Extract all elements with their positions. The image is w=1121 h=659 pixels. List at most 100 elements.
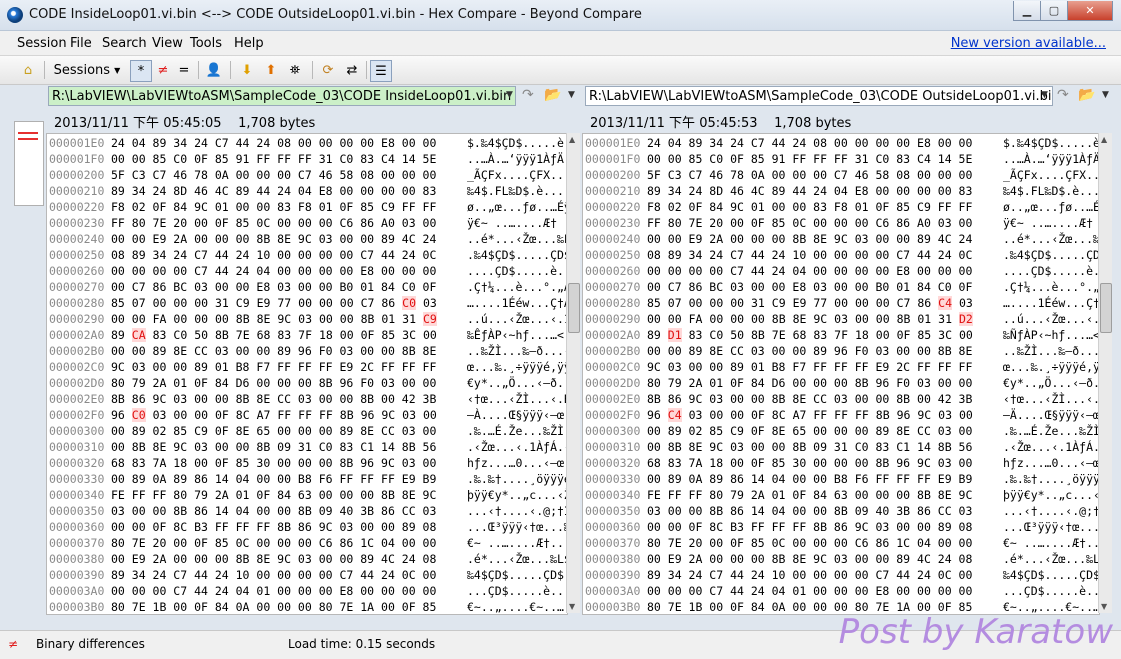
previous-difference-icon[interactable]: ⬆: [262, 60, 280, 80]
hex-row[interactable]: 000002D0 80 79 2A 01 0F 84 D6 00 00 00 8B…: [583, 375, 1099, 391]
hex-row[interactable]: 000002F0 96 C0 03 00 00 0F 8C A7 FF FF FF…: [47, 407, 567, 423]
menu-view[interactable]: View: [152, 36, 183, 51]
hex-row[interactable]: 00000230 FF 80 7E 20 00 0F 85 0C 00 00 00…: [47, 215, 567, 231]
hex-row[interactable]: 000003A0 00 00 00 C7 44 24 04 01 00 00 00…: [583, 583, 1099, 599]
hex-row[interactable]: 000001E0 24 04 89 34 24 C7 44 24 08 00 00…: [47, 135, 567, 151]
menu-session[interactable]: Session: [17, 36, 67, 51]
hex-row[interactable]: 00000200 5F C3 C7 46 78 0A 00 00 00 C7 46…: [583, 167, 1099, 183]
hex-row[interactable]: 00000220 F8 02 0F 84 9C 01 00 00 83 F8 01…: [583, 199, 1099, 215]
hex-row[interactable]: 000003A0 00 00 00 C7 44 24 04 01 00 00 00…: [47, 583, 567, 599]
hex-row[interactable]: 00000310 00 8B 8E 9C 03 00 00 8B 09 31 C0…: [583, 439, 1099, 455]
swap-sides-icon[interactable]: ⇄: [342, 60, 362, 80]
hex-row[interactable]: 00000310 00 8B 8E 9C 03 00 00 8B 09 31 C0…: [47, 439, 567, 455]
close-button[interactable]: ✕: [1067, 1, 1113, 21]
hex-row[interactable]: 000002A0 89 D1 83 C0 50 8B 7E 68 83 7F 18…: [583, 327, 1099, 343]
hex-row[interactable]: 00000210 89 34 24 8D 46 4C 89 44 24 04 E8…: [583, 183, 1099, 199]
hex-row[interactable]: 00000260 00 00 00 00 C7 44 24 04 00 00 00…: [583, 263, 1099, 279]
scroll-down-icon[interactable]: ▼: [1101, 602, 1107, 611]
history-icon[interactable]: ↷: [1057, 87, 1069, 103]
show-differences-icon[interactable]: ≠: [155, 60, 171, 80]
hex-row[interactable]: 00000280 85 07 00 00 00 31 C9 E9 77 00 00…: [583, 295, 1099, 311]
hex-row[interactable]: 00000240 00 00 E9 2A 00 00 00 8B 8E 9C 03…: [47, 231, 567, 247]
history-icon[interactable]: ↷: [522, 87, 534, 103]
next-difference-icon[interactable]: ⬇: [238, 60, 256, 80]
hex-row[interactable]: 00000300 00 89 02 85 C9 0F 8E 65 00 00 00…: [47, 423, 567, 439]
hex-row[interactable]: 00000260 00 00 00 00 C7 44 24 04 00 00 00…: [47, 263, 567, 279]
browse-folder-icon[interactable]: 📂: [544, 87, 561, 103]
reload-icon[interactable]: ⟳: [318, 60, 338, 80]
left-vertical-scrollbar[interactable]: ▲ ▼: [566, 133, 580, 613]
chevron-down-icon[interactable]: ▼: [1102, 90, 1109, 100]
show-all-icon[interactable]: *: [130, 60, 152, 82]
hex-row[interactable]: 000002B0 00 00 89 8E CC 03 00 00 89 96 F0…: [47, 343, 567, 359]
menu-search[interactable]: Search: [102, 36, 147, 51]
hex-row[interactable]: 00000370 80 7E 20 00 0F 85 0C 00 00 00 C6…: [47, 535, 567, 551]
menu-tools[interactable]: Tools: [190, 36, 222, 51]
hex-row[interactable]: 00000290 00 00 FA 00 00 00 8B 8E 9C 03 00…: [583, 311, 1099, 327]
hex-row[interactable]: 00000290 00 00 FA 00 00 00 8B 8E 9C 03 00…: [47, 311, 567, 327]
hex-row[interactable]: 00000330 00 89 0A 89 86 14 04 00 00 B8 F6…: [583, 471, 1099, 487]
hex-row[interactable]: 00000250 08 89 34 24 C7 44 24 10 00 00 00…: [47, 247, 567, 263]
hex-row[interactable]: 000001E0 24 04 89 34 24 C7 44 24 08 00 00…: [583, 135, 1099, 151]
maximize-button[interactable]: ▢: [1040, 1, 1068, 21]
hex-row[interactable]: 000001F0 00 00 85 C0 0F 85 91 FF FF FF 31…: [47, 151, 567, 167]
hex-row[interactable]: 000002C0 9C 03 00 00 89 01 B8 F7 FF FF FF…: [47, 359, 567, 375]
hex-row[interactable]: 00000360 00 00 0F 8C B3 FF FF FF 8B 86 9C…: [583, 519, 1099, 535]
right-path-field[interactable]: R:\LabVIEW\LabVIEWtoASM\SampleCode_03\CO…: [585, 86, 1053, 106]
hex-row[interactable]: 00000350 03 00 00 8B 86 14 04 00 00 8B 09…: [47, 503, 567, 519]
hex-row[interactable]: 000002D0 80 79 2A 01 0F 84 D6 00 00 00 8B…: [47, 375, 567, 391]
hex-row[interactable]: 00000340 FE FF FF 80 79 2A 01 0F 84 63 00…: [47, 487, 567, 503]
hex-row[interactable]: 00000390 89 34 24 C7 44 24 10 00 00 00 00…: [583, 567, 1099, 583]
browse-folder-icon[interactable]: 📂: [1078, 87, 1095, 103]
hex-row[interactable]: 00000240 00 00 E9 2A 00 00 00 8B 8E 9C 03…: [583, 231, 1099, 247]
hex-row[interactable]: 00000250 08 89 34 24 C7 44 24 10 00 00 00…: [583, 247, 1099, 263]
scroll-up-icon[interactable]: ▲: [1101, 135, 1107, 144]
hex-row[interactable]: 00000330 00 89 0A 89 86 14 04 00 00 B8 F6…: [47, 471, 567, 487]
hex-row[interactable]: 00000270 00 C7 86 BC 03 00 00 E8 03 00 00…: [583, 279, 1099, 295]
left-hex-pane[interactable]: 000001E0 24 04 89 34 24 C7 44 24 08 00 00…: [46, 133, 568, 615]
show-same-icon[interactable]: =: [176, 60, 192, 80]
hex-row[interactable]: 00000380 00 E9 2A 00 00 00 8B 8E 9C 03 00…: [583, 551, 1099, 567]
hex-row[interactable]: 00000340 FE FF FF 80 79 2A 01 0F 84 63 00…: [583, 487, 1099, 503]
details-view-icon[interactable]: ☰: [370, 60, 392, 82]
minimize-button[interactable]: ▁: [1013, 1, 1041, 21]
menu-file[interactable]: File: [70, 36, 92, 51]
hex-row[interactable]: 000003B0 80 7E 1B 00 0F 84 0A 00 00 00 80…: [47, 599, 567, 614]
chevron-down-icon[interactable]: ▼: [568, 90, 575, 100]
chevron-down-icon[interactable]: ▼: [1041, 90, 1048, 100]
hex-row[interactable]: 00000320 68 83 7A 18 00 0F 85 30 00 00 00…: [47, 455, 567, 471]
home-icon[interactable]: ⌂: [18, 60, 38, 80]
hex-row[interactable]: 00000200 5F C3 C7 46 78 0A 00 00 00 C7 46…: [47, 167, 567, 183]
hex-row[interactable]: 00000270 00 C7 86 BC 03 00 00 E8 03 00 00…: [47, 279, 567, 295]
find-binoculars-icon[interactable]: ⛯: [285, 60, 305, 80]
hex-row[interactable]: 000002F0 96 C4 03 00 00 0F 8C A7 FF FF FF…: [583, 407, 1099, 423]
hex-row[interactable]: 00000360 00 00 0F 8C B3 FF FF FF 8B 86 9C…: [47, 519, 567, 535]
menu-help[interactable]: Help: [234, 36, 264, 51]
hex-row[interactable]: 00000380 00 E9 2A 00 00 00 8B 8E 9C 03 00…: [47, 551, 567, 567]
chevron-down-icon[interactable]: ▼: [506, 90, 513, 100]
hex-row[interactable]: 00000230 FF 80 7E 20 00 0F 85 0C 00 00 00…: [583, 215, 1099, 231]
hex-row[interactable]: 000002E0 8B 86 9C 03 00 00 8B 8E CC 03 00…: [583, 391, 1099, 407]
difference-overview-gutter[interactable]: [14, 121, 44, 206]
hex-row[interactable]: 000002B0 00 00 89 8E CC 03 00 00 89 96 F0…: [583, 343, 1099, 359]
hex-row[interactable]: 000002E0 8B 86 9C 03 00 00 8B 8E CC 03 00…: [47, 391, 567, 407]
rules-person-icon[interactable]: 👤: [204, 60, 224, 80]
scroll-down-icon[interactable]: ▼: [569, 602, 575, 611]
scroll-thumb[interactable]: [568, 283, 580, 333]
new-version-link[interactable]: New version available...: [951, 36, 1106, 51]
scroll-up-icon[interactable]: ▲: [569, 135, 575, 144]
hex-row[interactable]: 00000350 03 00 00 8B 86 14 04 00 00 8B 09…: [583, 503, 1099, 519]
hex-row[interactable]: 00000280 85 07 00 00 00 31 C9 E9 77 00 00…: [47, 295, 567, 311]
hex-row[interactable]: 00000220 F8 02 0F 84 9C 01 00 00 83 F8 01…: [47, 199, 567, 215]
hex-row[interactable]: 000002A0 89 CA 83 C0 50 8B 7E 68 83 7F 18…: [47, 327, 567, 343]
hex-row[interactable]: 00000390 89 34 24 C7 44 24 10 00 00 00 00…: [47, 567, 567, 583]
hex-row[interactable]: 000001F0 00 00 85 C0 0F 85 91 FF FF FF 31…: [583, 151, 1099, 167]
sessions-button[interactable]: Sessions ▼: [50, 60, 124, 80]
hex-row[interactable]: 00000210 89 34 24 8D 46 4C 89 44 24 04 E8…: [47, 183, 567, 199]
right-vertical-scrollbar[interactable]: ▲ ▼: [1098, 133, 1112, 613]
hex-row[interactable]: 000002C0 9C 03 00 00 89 01 B8 F7 FF FF FF…: [583, 359, 1099, 375]
hex-row[interactable]: 00000320 68 83 7A 18 00 0F 85 30 00 00 00…: [583, 455, 1099, 471]
scroll-thumb[interactable]: [1100, 283, 1112, 333]
beyond-compare-app-icon[interactable]: [7, 7, 23, 23]
left-path-field[interactable]: R:\LabVIEW\LabVIEWtoASM\SampleCode_03\CO…: [48, 86, 516, 106]
